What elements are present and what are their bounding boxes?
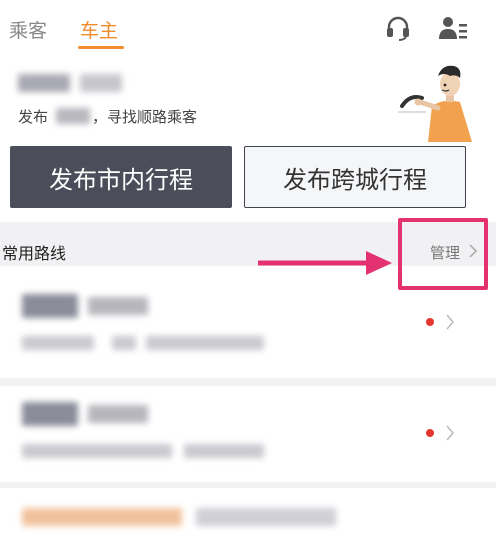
chevron-right-icon (446, 314, 454, 330)
publish-intercity-trip-button[interactable]: 发布跨城行程 (244, 146, 466, 208)
headset-icon[interactable] (384, 14, 412, 42)
driver-illustration (398, 65, 472, 142)
active-tab-indicator (78, 46, 124, 49)
profile-subtitle-suffix: ，寻找顺路乘客 (92, 108, 198, 126)
redacted-route-info (22, 508, 182, 526)
redacted-address (146, 336, 264, 350)
profile-subtitle-prefix: 发布 (18, 108, 49, 126)
redacted-text (56, 108, 90, 124)
redacted-time (88, 297, 148, 315)
frequent-routes-title: 常用路线 (2, 244, 67, 263)
redacted-time (88, 405, 148, 423)
unread-dot (426, 429, 434, 437)
profile-menu-icon[interactable] (438, 14, 468, 42)
tab-passenger[interactable]: 乘客 (9, 16, 47, 43)
redacted-address (22, 444, 172, 458)
redacted-tag (22, 294, 78, 318)
manage-highlight-annotation (398, 218, 488, 290)
route-item[interactable] (0, 488, 496, 553)
publish-city-trip-button[interactable]: 发布市内行程 (10, 146, 232, 208)
route-item[interactable] (0, 386, 496, 482)
chevron-right-icon (446, 425, 454, 441)
annotation-arrow (258, 251, 392, 275)
redacted-address (184, 444, 264, 458)
redacted-tag (22, 402, 78, 426)
redacted-name (80, 74, 122, 92)
driver-profile-card[interactable]: 发布 ，寻找顺路乘客 (0, 56, 496, 144)
redacted-address (112, 336, 136, 350)
redacted-name (18, 74, 70, 92)
tab-driver[interactable]: 车主 (80, 16, 118, 43)
redacted-address (22, 336, 94, 350)
top-bar: 乘客 车主 (0, 0, 496, 56)
unread-dot (426, 318, 434, 326)
redacted-route-info (196, 508, 336, 526)
